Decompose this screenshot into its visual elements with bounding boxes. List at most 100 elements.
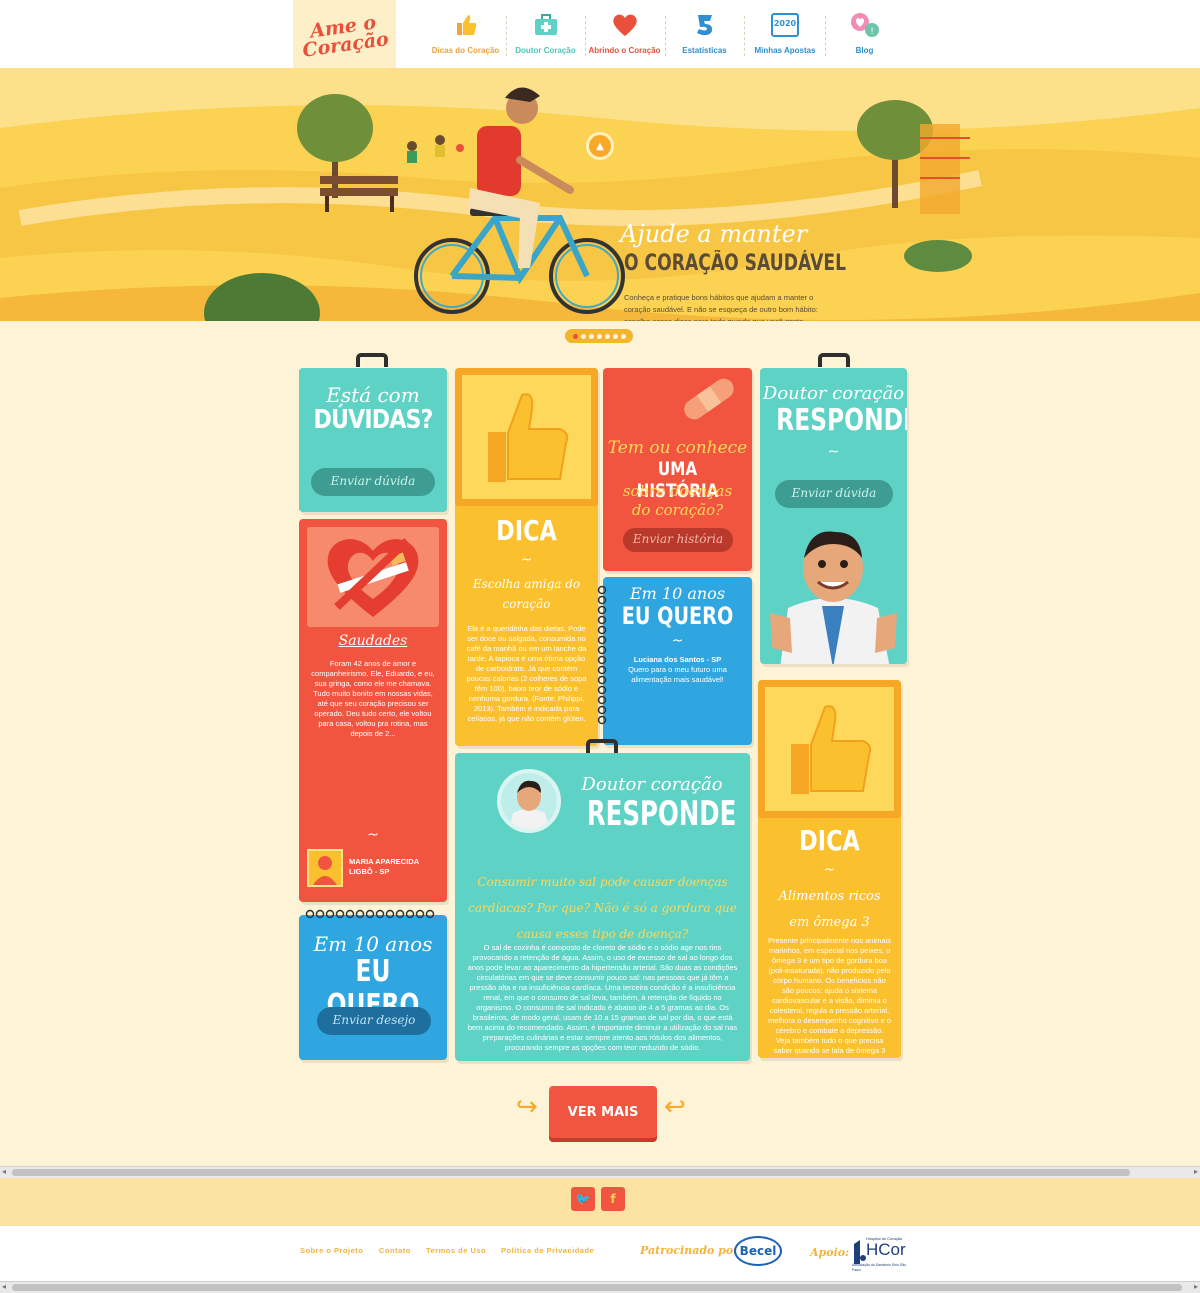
card-heading: EU QUERO <box>621 602 734 630</box>
scrollbar-thumb[interactable] <box>12 1169 1130 1176</box>
scroll-right-icon[interactable]: ▸ <box>1194 1282 1198 1291</box>
story-line-1: Tem ou conhece <box>607 438 748 458</box>
hero-subtitle: O CORAÇÃO SAUDÁVEL <box>624 251 847 276</box>
slider-dot[interactable] <box>596 333 602 339</box>
social-bar <box>0 1178 1200 1226</box>
scroll-up-button[interactable]: ▲ <box>586 132 614 160</box>
thumbs-up-icon <box>790 705 871 794</box>
nav-label: Estatísticas <box>682 46 727 55</box>
card-doutor-big: Doutor coração RESPONDE Consumir muito s… <box>455 753 750 1061</box>
card-duvidas: Está com DÚVIDAS? Enviar dúvida <box>299 368 447 512</box>
story-author: MARIA APARECIDA LIGBÔ - SP <box>349 857 419 876</box>
nav-label: Blog <box>855 46 874 55</box>
spiral-binding <box>597 585 607 725</box>
card-heading: RESPONDE <box>586 794 737 834</box>
decorative-squiggle: ~ <box>823 862 836 878</box>
send-question-button[interactable]: Enviar dúvida <box>311 468 435 496</box>
card-title: Em 10 anos <box>629 584 726 603</box>
nav-item-abrindo[interactable]: Abrindo o Coração <box>587 12 662 60</box>
medical-kit-icon <box>531 12 561 38</box>
scroll-left-icon[interactable]: ◂ <box>2 1282 6 1291</box>
story-line-4: do coração? <box>631 501 724 519</box>
card-heading: DÚVIDAS? <box>313 405 433 435</box>
see-more-button[interactable]: VER MAIS <box>549 1086 657 1138</box>
card-title: Está com <box>326 383 420 407</box>
card-saudades: Saudades Foram 42 anos de amor e companh… <box>299 519 447 902</box>
hero-description: Conheça e pratique bons hábitos que ajud… <box>624 293 818 321</box>
scroll-right-icon[interactable]: ▸ <box>1194 1167 1198 1176</box>
thumbs-up-icon <box>487 393 568 482</box>
facebook-icon[interactable]: f <box>601 1187 625 1211</box>
send-story-button[interactable]: Enviar história <box>623 528 733 552</box>
bag-handle <box>356 353 388 367</box>
nav-item-dicas[interactable]: Dicas do Coração <box>428 12 503 60</box>
slider-dots[interactable] <box>565 329 633 343</box>
blog-hearts-icon: ! <box>850 12 880 38</box>
slider-dot[interactable] <box>604 333 610 339</box>
card-title: Doutor coração <box>762 383 905 404</box>
slider-dot[interactable] <box>580 333 586 339</box>
tip-text: Ela é a queridinha das dietas. Pode ser … <box>466 624 587 723</box>
nav-item-blog[interactable]: ! Blog <box>827 12 902 60</box>
tip-label: DICA <box>496 514 557 547</box>
nav-divider <box>825 16 826 56</box>
svg-text:!: ! <box>870 27 874 37</box>
footer-link-termos[interactable]: Termos de Uso <box>426 1246 486 1255</box>
slider-dot[interactable] <box>612 333 618 339</box>
bandage-icon <box>684 378 734 420</box>
slider-dot[interactable] <box>572 333 578 339</box>
footer-link-privacidade[interactable]: Política de Privacidade <box>501 1246 594 1255</box>
card-heading: RESPONDE <box>776 403 907 438</box>
story-text: Foram 42 anos de amor e companheirismo. … <box>311 659 435 738</box>
becel-logo[interactable]: Becel <box>734 1236 782 1266</box>
scrollbar-thumb[interactable] <box>12 1284 1182 1291</box>
nav-label: Minhas Apostas <box>754 46 816 55</box>
nav-divider <box>744 16 745 56</box>
card-eu-quero-small: Em 10 anos EU QUERO ~ Luciana dos Santos… <box>603 577 752 745</box>
question-text: Consumir muito sal pode causar doenças c… <box>468 875 737 941</box>
card-dica-2: DICA ~ Alimentos ricos em ômega 3 Presen… <box>758 680 901 1058</box>
thumbs-up-icon <box>451 12 481 38</box>
sponsor-label: Patrocinado por: <box>640 1244 744 1257</box>
hero-banner: ▲ Ajude a manter O CORAÇÃO SAUDÁVEL Conh… <box>0 68 1200 321</box>
nav-divider <box>665 16 666 56</box>
page-horizontal-scrollbar[interactable]: ◂ ▸ <box>0 1281 1200 1293</box>
card-eu-quero-big: Em 10 anos EU QUERO Enviar desejo <box>299 915 447 1060</box>
scroll-left-icon[interactable]: ◂ <box>2 1167 6 1176</box>
hero-title: Ajude a manter <box>620 220 808 248</box>
footer-link-contato[interactable]: Contato <box>379 1246 411 1255</box>
hcor-name: HCor <box>866 1240 906 1259</box>
spiral-binding <box>305 909 435 919</box>
hcor-subtitle: Associação do Sanatório Sírio São Paulo <box>852 1263 907 1272</box>
doctor-illustration <box>770 531 897 664</box>
nav-item-apostas[interactable]: 2020 Minhas Apostas <box>746 12 824 60</box>
tip-label: DICA <box>799 824 860 857</box>
send-wish-button[interactable]: Enviar desejo <box>317 1007 431 1035</box>
nav-item-doutor[interactable]: Doutor Coração <box>508 12 583 60</box>
story-image <box>307 527 439 627</box>
wish-text: Quero para o meu futuro uma alimentação … <box>628 665 727 684</box>
nav-label: Doutor Coração <box>515 46 576 55</box>
logo[interactable]: Ame o Coração <box>293 0 396 72</box>
tip-image-frame <box>455 368 598 506</box>
hero-illustration <box>0 68 1200 321</box>
card-doutor-top: Doutor coração RESPONDE ~ Enviar dúvida <box>760 368 907 664</box>
tip-title: Alimentos ricos em ômega 3 <box>778 889 881 930</box>
avatar <box>307 849 343 887</box>
nav-label: Abrindo o Coração <box>588 46 661 55</box>
send-question-button[interactable]: Enviar dúvida <box>775 480 893 508</box>
horizontal-scrollbar[interactable]: ◂ ▸ <box>0 1166 1200 1178</box>
slider-dot[interactable] <box>620 333 626 339</box>
card-historia: Tem ou conhece UMA HISTÓRIA sobre doença… <box>603 368 752 571</box>
nav-item-estatisticas[interactable]: Estatísticas <box>667 12 742 60</box>
decorative-squiggle: ~ <box>367 827 379 843</box>
nav-divider <box>506 16 507 56</box>
statistics-icon <box>690 12 720 38</box>
calendar-icon: 2020 <box>771 12 799 38</box>
footer-link-sobre[interactable]: Sobre o Projeto <box>300 1246 363 1255</box>
hcor-logo[interactable]: Hospital do Coração HCor Associação do S… <box>852 1236 912 1274</box>
twitter-icon[interactable]: 🐦 <box>571 1187 595 1211</box>
story-title[interactable]: Saudades <box>299 633 447 649</box>
slider-dot[interactable] <box>588 333 594 339</box>
curved-arrow-icon: ↩ <box>664 1092 686 1122</box>
